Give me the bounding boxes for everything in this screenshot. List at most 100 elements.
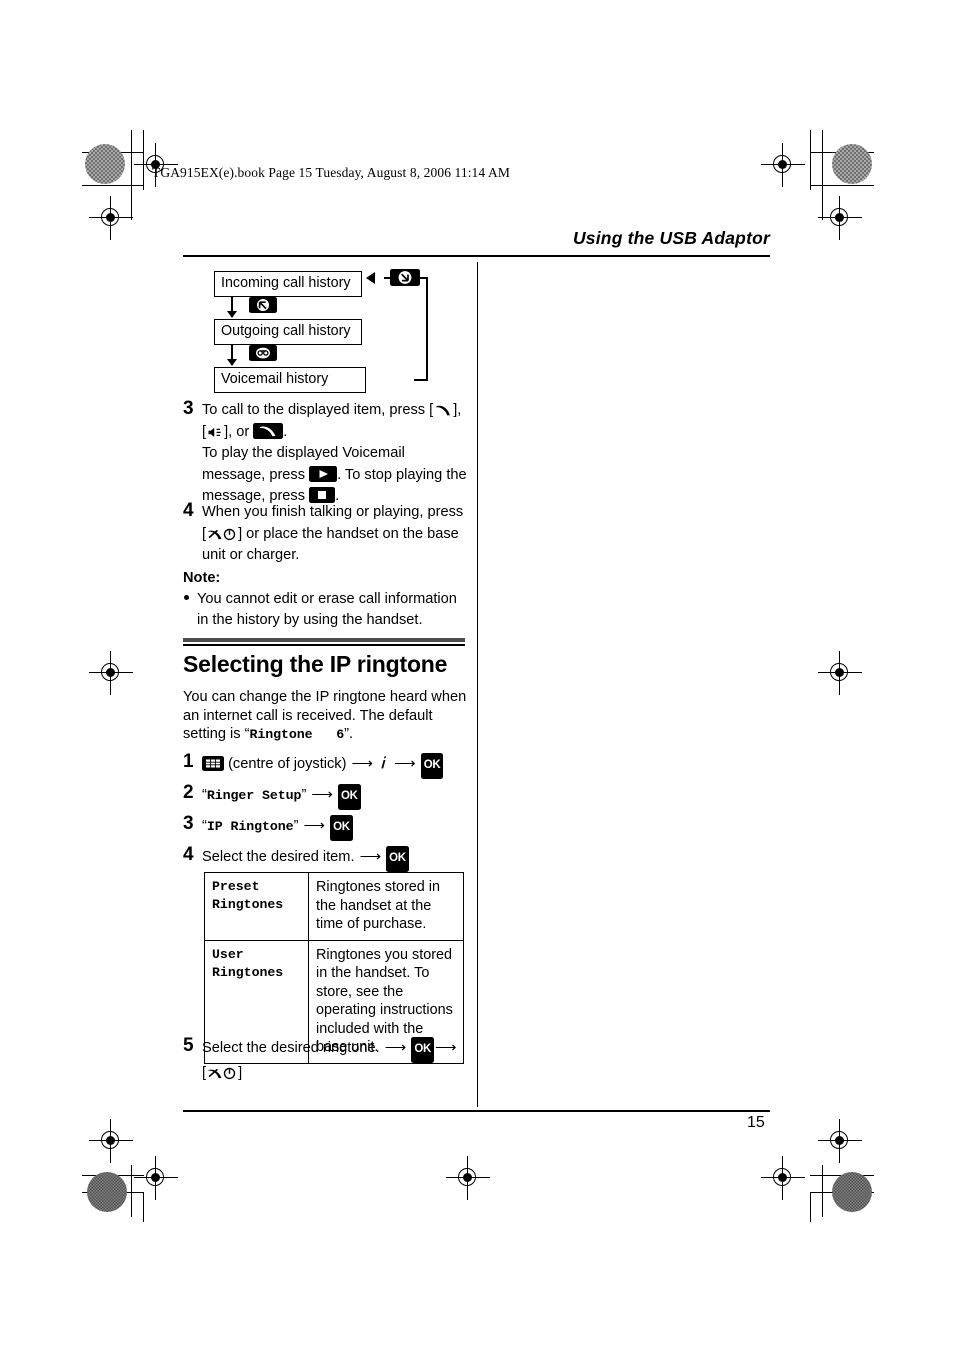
note-heading: Note: [183, 570, 221, 586]
call-history-flow-diagram: Incoming call history Outgoing call hist… [214, 269, 464, 395]
note-item: You cannot edit or erase call informatio… [183, 589, 468, 631]
ringtone-type-key: Preset Ringtones [204, 872, 309, 941]
ringtone-step-5: 5 Select the desired ringtone. ⟶ OK ⟶ [] [183, 1035, 468, 1084]
ringtone-step-5-body: Select the desired ringtone. ⟶ OK ⟶ [] [202, 1037, 457, 1081]
ok-key[interactable]: OK [330, 815, 353, 841]
menu-grid-icon[interactable] [202, 756, 224, 771]
ringtone-step-3: 3 “IP Ringtone” ⟶ OK [183, 813, 468, 841]
registration-mark [761, 1156, 805, 1200]
ok-key[interactable]: OK [337, 784, 361, 810]
power-off-key-icon[interactable] [206, 1067, 238, 1080]
step-4-number: 4 [183, 500, 194, 521]
registration-mark [446, 1156, 490, 1200]
ringtone-step-2: 2 “Ringer Setup” ⟶ OK [183, 782, 468, 810]
registration-mark [818, 196, 862, 240]
arrow-right-glyph: ⟶ [394, 755, 416, 772]
ringtone-step-5-number: 5 [183, 1035, 194, 1056]
default-ringtone-value: Ringtone 6 [249, 727, 345, 742]
step-3-line2-b: . [283, 423, 288, 440]
step-4-body: When you finish talking or playing, pres… [202, 504, 464, 563]
step-3-line1-a: To call to the displayed item, press [202, 402, 430, 418]
ringtone-step-5-text: Select the desired ringtone. [202, 1040, 380, 1056]
step-3: 3 To call to the displayed item, press [… [183, 398, 468, 508]
step-3-line1-b: , [457, 402, 462, 418]
ringtone-step-3-body: “IP Ringtone” ⟶ OK [202, 815, 468, 841]
table-row: Preset Ringtones Ringtones stored in the… [204, 872, 464, 941]
step-4-line2-b: or place the handset on the base [242, 525, 459, 542]
flow-box-voicemail: Voicemail history [214, 367, 366, 393]
talk-key-icon [433, 404, 453, 417]
ringtone-step-1-number: 1 [183, 751, 194, 772]
ringtone-step-4: 4 Select the desired item. ⟶ OK [183, 844, 468, 872]
step-4-line3: unit or charger. [202, 547, 300, 563]
arrow-right-glyph: ⟶ [384, 1039, 407, 1056]
arrow-right-glyph: ⟶ [303, 817, 326, 834]
arrow-right-glyph: ⟶ [351, 755, 374, 772]
stop-icon [309, 487, 336, 503]
page-title: Selecting the IP ringtone [183, 650, 448, 677]
power-off-key-icon [206, 528, 238, 541]
arrow-right-glyph: ⟶ [359, 848, 382, 865]
registration-mark [761, 143, 805, 187]
flow-box-incoming: Incoming call history [214, 271, 362, 297]
step-3-line3: To play the displayed Voicemail [202, 445, 405, 461]
book-file-header: TGA915EX(e).book Page 15 Tuesday, August… [152, 165, 510, 180]
step-3-line2-a: , or [228, 423, 254, 440]
quote-close: ” [301, 787, 307, 803]
bullet-dot [184, 595, 189, 600]
ok-key[interactable]: OK [420, 753, 444, 779]
header-rule [183, 255, 770, 257]
step-4: 4 When you finish talking or playing, pr… [183, 500, 468, 567]
voicemail-icon [249, 345, 277, 361]
flow-return-path [366, 271, 428, 381]
ok-key[interactable]: OK [411, 1037, 434, 1063]
step-3-line4-b: . To stop playing the [337, 466, 467, 483]
ringer-info-icon [378, 755, 389, 770]
registration-mark [818, 651, 862, 695]
outgoing-call-icon [249, 297, 277, 313]
page-number: 15 [747, 1114, 765, 1131]
manual-page: TGA915EX(e).book Page 15 Tuesday, August… [0, 0, 954, 1351]
ringtone-step-1-body: (centre of joystick) ⟶ ⟶ OK [202, 753, 468, 779]
footer-rule [183, 1110, 770, 1112]
running-head: Using the USB Adaptor [572, 228, 770, 248]
ringtone-type-description: Ringtones stored in the handset at the t… [308, 872, 464, 941]
speakerphone-key-icon [206, 426, 224, 439]
registration-mark [134, 1156, 178, 1200]
arrow-right-glyph: ⟶ [311, 786, 333, 803]
ringtone-step-4-text: Select the desired item. [202, 849, 355, 865]
section-intro: You can change the IP ringtone heard whe… [183, 688, 468, 745]
talk-icon-badge [253, 422, 284, 439]
incoming-call-icon [390, 269, 420, 286]
ringtone-step-2-body: “Ringer Setup” ⟶ OK [202, 784, 468, 810]
quote-close: ” [293, 818, 299, 834]
column-divider [477, 262, 479, 1107]
ok-key[interactable]: OK [386, 846, 409, 872]
section-heading-block: Selecting the IP ringtone [183, 638, 465, 678]
section-rule-thick [183, 638, 465, 642]
registration-mark [89, 196, 133, 240]
ringtone-step-1-text: (centre of joystick) [228, 756, 347, 772]
ringtone-step-2-number: 2 [183, 782, 194, 803]
flow-arrow-1 [227, 296, 237, 318]
note-item-text: You cannot edit or erase call informatio… [197, 591, 457, 628]
menu-item-ip-ringtone[interactable]: IP Ringtone [207, 819, 294, 834]
step-3-number: 3 [183, 398, 194, 419]
step-3-body: To call to the displayed item, press [],… [202, 402, 467, 504]
flow-box-outgoing: Outgoing call history [214, 319, 362, 345]
step-4-line1: When you finish talking or playing, pres… [202, 504, 464, 520]
arrow-right-glyph: ⟶ [434, 1039, 457, 1056]
section-intro-b: ”. [344, 726, 353, 742]
ringtone-step-1: 1 (centre of joystick) ⟶ ⟶ OK [183, 751, 468, 779]
registration-mark [89, 651, 133, 695]
registration-mark [89, 1119, 133, 1163]
ringtone-step-3-number: 3 [183, 813, 194, 834]
step-3-line4-a: message, press [202, 466, 310, 483]
menu-item-ringer-setup[interactable]: Ringer Setup [207, 788, 302, 803]
flow-arrow-2 [227, 344, 237, 366]
ringtone-step-4-body: Select the desired item. ⟶ OK [202, 846, 468, 872]
section-rule-thin [183, 644, 465, 646]
registration-mark [818, 1119, 862, 1163]
ringtone-types-table: Preset Ringtones Ringtones stored in the… [204, 872, 464, 1064]
ringtone-step-4-number: 4 [183, 844, 194, 865]
